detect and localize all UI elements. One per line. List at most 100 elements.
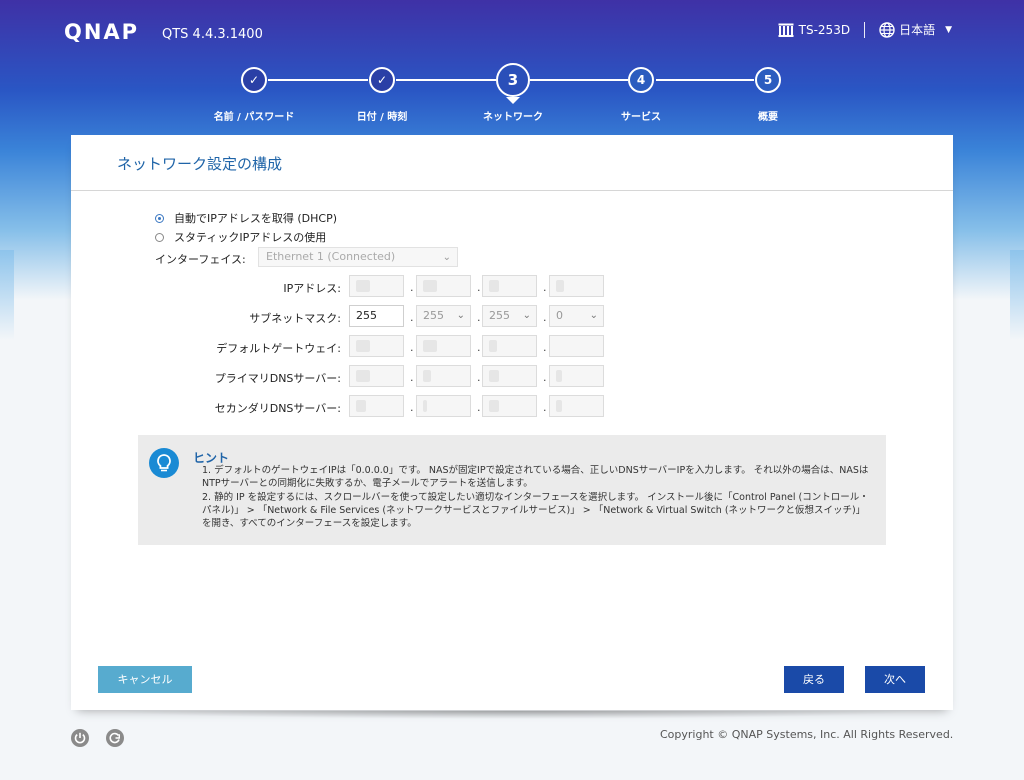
gateway-octet-2[interactable] [416,335,471,357]
radio-static[interactable]: スタティックIPアドレスの使用 [155,229,326,245]
panel-shadow [108,711,918,719]
masked-value [489,280,499,292]
step-connector [530,79,628,81]
hint-item-1: 1. デフォルトのゲートウェイIPは「0.0.0.0」です。 NASが固定IPで… [202,465,869,489]
hint-item-2: 2. 静的 IP を設定するには、スクロールバーを使って設定したい適切なインター… [202,492,869,529]
radio-button[interactable] [155,232,164,242]
step-2-check-icon: ✓ [369,67,395,93]
masked-value [356,280,370,292]
gateway-octet-1[interactable] [349,335,404,357]
ip-address-label: IPアドレス: [283,282,341,295]
network-config-panel: ネットワーク設定の構成 自動でIPアドレスを取得 (DHCP) スタティックIP… [71,135,953,710]
hint-body: 1. デフォルトのゲートウェイIPは「0.0.0.0」です。 NASが固定IPで… [202,464,872,530]
subnet-octet-4-select[interactable]: 0 ⌄ [549,305,604,327]
octet-dot: . [477,311,481,324]
step-2-label: 日付 / 時刻 [356,112,408,123]
primary-dns-label: プライマリDNSサーバー: [214,372,341,385]
masked-value [356,400,366,412]
globe-icon [879,21,895,38]
octet-dot: . [543,371,547,384]
restart-icon[interactable] [106,729,124,747]
step-connector [396,79,496,81]
ip-octet-1[interactable] [349,275,404,297]
octet-dot: . [410,371,414,384]
octet-dot: . [543,341,547,354]
secondary-dns-octet-1[interactable] [349,395,404,417]
masked-value [556,400,562,412]
next-button[interactable]: 次へ [865,666,925,693]
masked-value [489,340,497,352]
chevron-down-icon: ▼ [945,24,952,35]
octet-dot: . [543,311,547,324]
octet-dot: . [477,341,481,354]
step-3-label: ネットワーク [483,112,543,123]
subnet-octet-1[interactable]: 255 [349,305,404,327]
secondary-dns-octet-3[interactable] [482,395,537,417]
octet-dot: . [477,281,481,294]
hero-side-left [0,250,14,340]
title-divider [71,190,953,191]
chevron-down-icon: ⌄ [456,310,465,321]
step-4-circle: 4 [628,67,654,93]
masked-value [356,340,370,352]
radio-dhcp[interactable]: 自動でIPアドレスを取得 (DHCP) [155,210,337,226]
divider [864,21,866,38]
top-right-bar: TS-253D 日本語 ▼ [778,21,952,38]
gateway-octet-3[interactable] [482,335,537,357]
primary-dns-octet-2[interactable] [416,365,471,387]
masked-value [423,400,427,412]
secondary-dns-octet-4[interactable] [549,395,604,417]
radio-button-selected[interactable] [155,213,164,223]
ip-octet-3[interactable] [482,275,537,297]
interface-label: インターフェイス: [155,253,246,266]
step-3-circle: 3 [496,63,530,97]
step-connector [656,79,754,81]
subnet-octet-2: 255 [423,309,444,322]
subnet-octet-3-select[interactable]: 255 ⌄ [482,305,537,327]
lightbulb-icon [149,448,179,478]
active-step-pointer [506,97,520,104]
masked-value [356,370,370,382]
secondary-dns-label: セカンダリDNSサーバー: [214,402,341,415]
wizard-steps: ✓ ✓ 3 4 5 名前 / パスワード 日付 / 時刻 ネットワーク サービス… [0,63,1024,124]
step-1-check-icon: ✓ [241,67,267,93]
masked-value [423,370,431,382]
primary-dns-octet-4[interactable] [549,365,604,387]
chevron-down-icon: ⌄ [442,252,451,263]
masked-value [489,400,499,412]
octet-dot: . [477,401,481,414]
octet-dot: . [543,281,547,294]
ip-octet-2[interactable] [416,275,471,297]
page-title: ネットワーク設定の構成 [117,155,283,173]
nas-icon [778,23,794,37]
step-1-label: 名前 / パスワード [213,112,295,123]
masked-value [556,370,562,382]
step-5-circle: 5 [755,67,781,93]
hero-side-right [1010,250,1024,340]
primary-dns-octet-3[interactable] [482,365,537,387]
hint-box: ヒント 1. デフォルトのゲートウェイIPは「0.0.0.0」です。 NASが固… [138,435,886,545]
octet-dot: . [410,311,414,324]
chevron-down-icon: ⌄ [589,310,598,321]
language-selector[interactable]: 日本語 ▼ [879,21,952,38]
primary-dns-octet-1[interactable] [349,365,404,387]
cancel-button[interactable]: キャンセル [98,666,192,693]
copyright-text: Copyright © QNAP Systems, Inc. All Right… [660,728,954,741]
chevron-down-icon: ⌄ [522,310,531,321]
masked-value [556,280,564,292]
power-icon[interactable] [71,729,89,747]
subnet-octet-2-select[interactable]: 255 ⌄ [416,305,471,327]
octet-dot: . [410,281,414,294]
step-5-label: 概要 [758,112,778,123]
device-name: TS-253D [798,22,851,37]
subnet-octet-4: 0 [556,309,563,322]
interface-select[interactable]: Ethernet 1 (Connected) ⌄ [258,247,458,267]
masked-value [489,370,499,382]
masked-value [423,340,437,352]
version-label: QTS 4.4.3.1400 [162,27,263,42]
gateway-octet-4[interactable] [549,335,604,357]
subnet-mask-label: サブネットマスク: [249,312,341,325]
ip-octet-4[interactable] [549,275,604,297]
back-button[interactable]: 戻る [784,666,844,693]
secondary-dns-octet-2[interactable] [416,395,471,417]
